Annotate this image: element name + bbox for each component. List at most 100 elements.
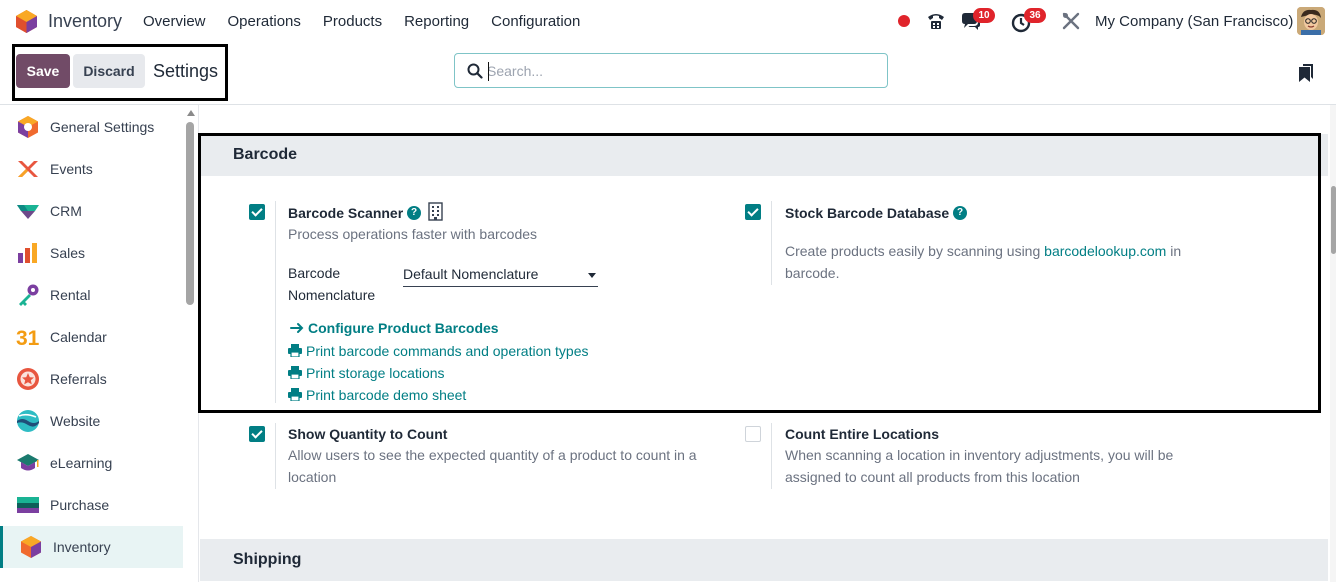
save-button[interactable]: Save	[16, 54, 70, 88]
printer-icon	[288, 344, 302, 357]
recording-indicator-icon[interactable]	[898, 15, 910, 27]
section-title: Barcode	[233, 146, 298, 163]
page-title: Settings	[153, 61, 219, 81]
main-menu: Overview Operations Products Reporting C…	[143, 13, 580, 30]
setting-divider	[771, 423, 772, 489]
barcode-section-header: Barcode	[200, 134, 1328, 176]
setting-title: Count Entire Locations	[785, 426, 939, 442]
settings-sidebar: General Settings Events CRM Sales Rental	[0, 105, 199, 582]
setting-title: Barcode Scanner	[288, 205, 404, 221]
sidebar-item-label: Events	[50, 161, 93, 177]
sidebar-item-label: Calendar	[50, 329, 107, 345]
website-icon	[17, 410, 39, 432]
nomenclature-label-cont: Nomenclature	[288, 287, 376, 303]
calendar-icon: 31	[16, 327, 40, 349]
sidebar-item-crm[interactable]: CRM	[0, 190, 183, 232]
general-settings-icon	[18, 116, 38, 138]
setting-description: When scanning a location in inventory ad…	[785, 447, 1174, 485]
sidebar-item-website[interactable]: Website	[0, 400, 183, 442]
sidebar-item-label: Inventory	[53, 539, 111, 555]
app-name[interactable]: Inventory	[48, 11, 122, 32]
sidebar-item-calendar[interactable]: 31 Calendar	[0, 316, 183, 358]
sidebar-item-label: eLearning	[50, 455, 113, 471]
menu-overview[interactable]: Overview	[143, 13, 206, 30]
menu-reporting[interactable]: Reporting	[404, 13, 469, 30]
show-quantity-checkbox[interactable]	[249, 426, 265, 442]
inventory-app-icon[interactable]	[16, 10, 37, 33]
search-bar[interactable]	[454, 53, 888, 88]
sidebar-scrollbar[interactable]	[186, 122, 194, 305]
setting-divider	[275, 423, 276, 489]
bookmark-icon[interactable]	[1299, 64, 1313, 82]
sidebar-item-general-settings[interactable]: General Settings	[0, 106, 183, 148]
sidebar-item-events[interactable]: Events	[0, 148, 183, 190]
barcode-scanner-checkbox[interactable]	[249, 204, 265, 220]
help-icon[interactable]: ?	[407, 206, 421, 220]
company-building-icon	[428, 202, 443, 221]
sidebar-item-label: Website	[50, 413, 101, 429]
section-title: Shipping	[233, 551, 302, 568]
main-scrollbar[interactable]	[1331, 186, 1336, 254]
setting-description: Process operations faster with barcodes	[288, 226, 538, 242]
referrals-icon	[17, 368, 39, 390]
count-entire-locations-checkbox[interactable]	[745, 426, 761, 442]
sales-icon	[18, 243, 37, 263]
search-icon	[467, 63, 483, 79]
inventory-icon	[21, 536, 41, 558]
arrow-right-icon	[290, 323, 304, 333]
setting-title: Show Quantity to Count	[288, 426, 448, 442]
text-cursor	[488, 62, 489, 81]
discard-button[interactable]: Discard	[73, 54, 145, 88]
shipping-section-header: Shipping	[200, 539, 1328, 581]
nomenclature-select[interactable]: Default Nomenclature	[403, 263, 598, 287]
phone-icon[interactable]	[925, 10, 947, 32]
link-label: Print barcode demo sheet	[306, 387, 467, 403]
print-commands-link[interactable]: Print barcode commands and operation typ…	[288, 343, 589, 359]
help-icon[interactable]: ?	[953, 206, 967, 220]
svg-text:31: 31	[16, 327, 40, 349]
setting-title: Stock Barcode Database	[785, 205, 950, 221]
user-avatar[interactable]	[1297, 7, 1325, 35]
printer-icon	[288, 366, 302, 379]
sidebar-item-elearning[interactable]: eLearning	[0, 442, 183, 484]
barcodelookup-link[interactable]: barcodelookup.com	[1044, 243, 1166, 259]
sidebar-scroll-up-icon[interactable]	[187, 110, 195, 116]
search-input[interactable]	[487, 61, 867, 81]
crm-icon	[17, 205, 39, 219]
nomenclature-value: Default Nomenclature	[403, 266, 539, 282]
printer-icon	[288, 388, 302, 401]
link-label: Print storage locations	[306, 365, 445, 381]
sidebar-item-referrals[interactable]: Referrals	[0, 358, 183, 400]
sidebar-item-label: CRM	[50, 203, 82, 219]
sidebar-item-label: Rental	[50, 287, 91, 303]
debug-tools-icon[interactable]	[1062, 12, 1080, 30]
activities-badge: 36	[1024, 8, 1046, 23]
purchase-icon	[17, 497, 39, 513]
sidebar-item-label: Referrals	[50, 371, 107, 387]
stock-barcode-database-checkbox[interactable]	[745, 204, 761, 220]
sidebar-item-label: Purchase	[50, 497, 110, 513]
sidebar-item-inventory[interactable]: Inventory	[0, 526, 183, 568]
settings-content: Barcode Barcode Scanner ? Process operat…	[200, 105, 1336, 582]
menu-products[interactable]: Products	[323, 13, 382, 30]
main-scrollbar-track[interactable]	[1330, 105, 1336, 582]
menu-operations[interactable]: Operations	[228, 13, 301, 30]
configure-barcodes-link[interactable]: Configure Product Barcodes	[290, 320, 499, 336]
sidebar-item-label: General Settings	[50, 119, 155, 135]
company-switcher[interactable]: My Company (San Francisco)	[1095, 13, 1293, 30]
events-icon	[18, 161, 38, 177]
sidebar-item-label: Sales	[50, 245, 86, 261]
rental-icon	[19, 284, 39, 306]
setting-description: Allow users to see the expected quantity…	[288, 447, 697, 485]
print-demo-sheet-link[interactable]: Print barcode demo sheet	[288, 387, 466, 403]
link-label: Print barcode commands and operation typ…	[306, 343, 589, 359]
menu-configuration[interactable]: Configuration	[491, 13, 580, 30]
elearning-icon	[17, 454, 39, 471]
setting-description: Create products easily by scanning using…	[785, 240, 1215, 284]
chevron-down-icon	[588, 273, 596, 278]
print-locations-link[interactable]: Print storage locations	[288, 365, 445, 381]
sidebar-item-purchase[interactable]: Purchase	[0, 484, 183, 526]
sidebar-item-sales[interactable]: Sales	[0, 232, 183, 274]
sidebar-item-rental[interactable]: Rental	[0, 274, 183, 316]
setting-divider	[275, 201, 276, 403]
